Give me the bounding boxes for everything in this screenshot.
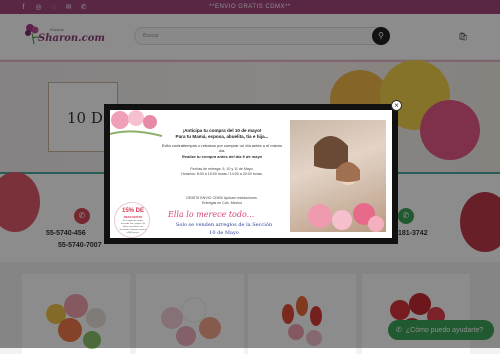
discount-fine-print: En tu siguiente compra enviando foto y t… [119, 220, 147, 234]
modal-free-line: Entregas en Cdx. Mexico [201, 201, 243, 205]
modal-free-shipping-text: GRATIS ENVIO CDMX Aplican restricciones.… [162, 196, 282, 206]
modal-headline-line: Para tu Mamá, esposa, abuelita, tía e hi… [175, 134, 269, 139]
modal-avoid-text: Evita contratiempos o retrasos por compr… [161, 143, 283, 153]
modal-headline: ¡Anticipa tu compra del 10 de mayo! Para… [166, 128, 278, 140]
roses-decoration [110, 110, 163, 137]
photo-illustration [308, 136, 384, 232]
modal-script-text: Ella lo merece todo... [168, 210, 255, 219]
modal-delivery-line: Horarios: 8:00 a 15:00 horas / 14:00 a 2… [181, 172, 263, 176]
close-icon: × [394, 101, 399, 110]
discount-label: DESCUENTO [123, 215, 143, 219]
promo-modal: ¡Anticipa tu compra del 10 de mayo! Para… [104, 104, 398, 244]
close-modal-button[interactable]: × [391, 100, 402, 111]
mother-daughter-photo [290, 120, 386, 232]
discount-percent: 15% DE [121, 208, 144, 214]
modal-delivery-text: Fechas de entrega: 9, 10 y 11 de Mayo. H… [162, 167, 282, 177]
modal-deadline-text: Realiza tu compra antes del día 9 de may… [181, 154, 263, 159]
discount-badge: 15% DE DESCUENTO En tu siguiente compra … [114, 202, 150, 238]
promo-image: ¡Anticipa tu compra del 10 de mayo! Para… [110, 110, 392, 238]
modal-note: 10 de Mayo [209, 230, 239, 236]
modal-note: Solo se venden arreglos de la Sección [175, 222, 273, 228]
